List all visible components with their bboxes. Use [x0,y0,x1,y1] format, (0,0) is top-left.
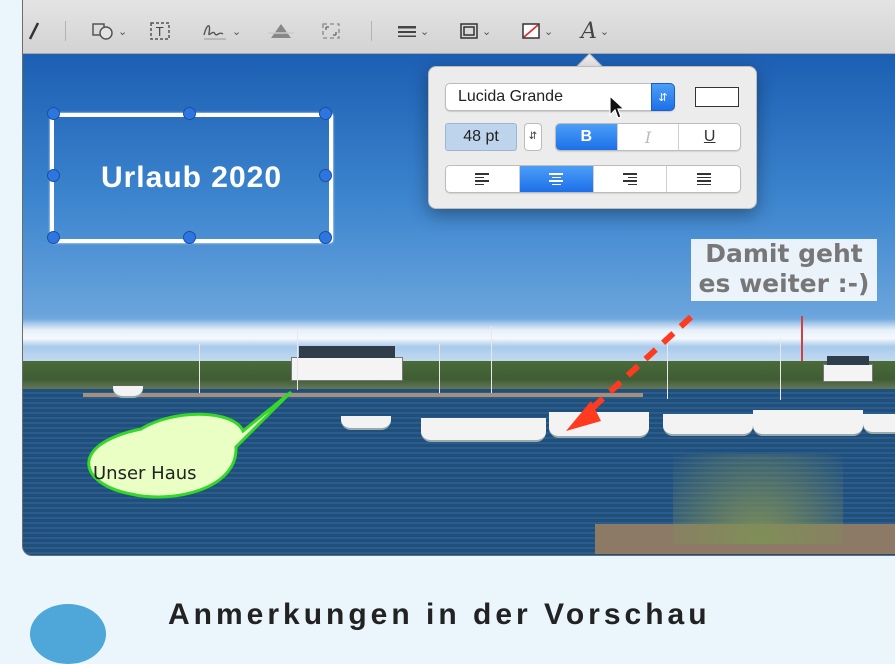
align-right-icon [622,173,637,185]
mouse-cursor-icon [609,95,626,119]
callout-text-box[interactable]: Damit geht es weiter :-) [691,239,877,301]
text-box-label: Urlaub 2020 [100,161,283,194]
resize-handle[interactable] [47,169,60,182]
align-center-icon [549,173,564,185]
step-badge [30,604,106,664]
font-family-select[interactable]: Lucida Grande ⇵ [445,83,675,111]
selected-text-box[interactable]: Urlaub 2020 [50,113,333,243]
font-size-stepper[interactable]: ⇵ [524,123,542,151]
align-center-button[interactable] [519,166,594,192]
font-family-value: Lucida Grande [458,88,563,105]
alignment-segments [445,165,741,193]
align-left-button[interactable] [446,166,520,192]
resize-handle[interactable] [183,231,196,244]
text-style-segments: B I U [555,123,741,151]
callout-line-2: es weiter :-) [698,269,870,298]
underline-button[interactable]: U [679,124,740,150]
align-right-button[interactable] [594,166,668,192]
resize-handle[interactable] [319,231,332,244]
align-left-icon [475,173,490,185]
callout-line-1: Damit geht [705,239,863,268]
align-justify-button[interactable] [667,166,740,192]
font-size-field[interactable]: 48 pt [445,123,517,151]
page-heading: Anmerkungen in der Vorschau [168,598,711,631]
dashed-arrow[interactable] [582,314,694,418]
resize-handle[interactable] [319,107,332,120]
resize-handle[interactable] [47,107,60,120]
resize-handle[interactable] [183,107,196,120]
resize-handle[interactable] [47,231,60,244]
speech-bubble-label: Unser Haus [93,463,197,484]
select-stepper-icon: ⇵ [651,83,675,111]
italic-button[interactable]: I [618,124,680,150]
align-justify-icon [696,173,711,185]
text-format-popover: Lucida Grande ⇵ 48 pt ⇵ B I U [428,66,757,209]
bold-button[interactable]: B [556,124,618,150]
resize-handle[interactable] [319,169,332,182]
text-color-well[interactable] [695,87,739,107]
